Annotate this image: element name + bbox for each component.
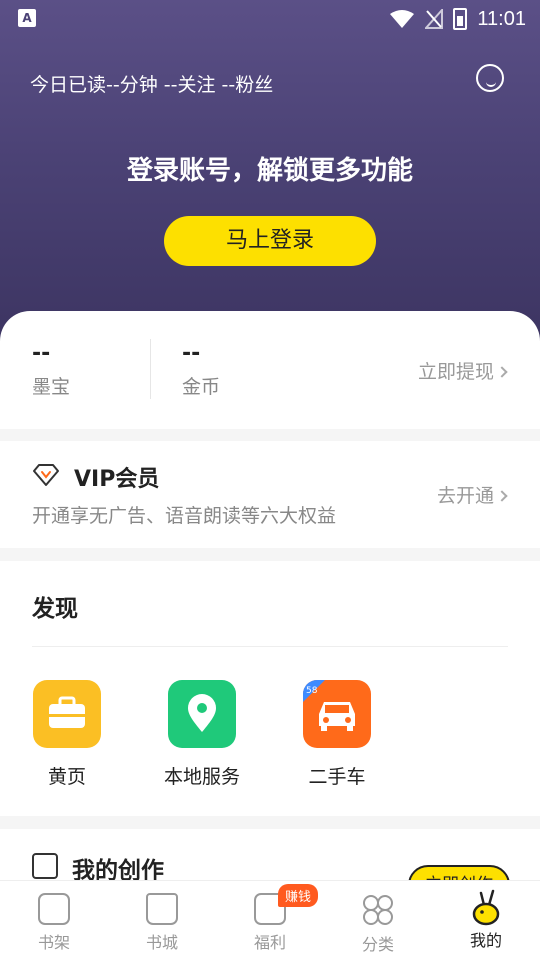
discover-title: 发现 xyxy=(32,596,78,622)
tab-label: 我的 xyxy=(469,931,502,950)
status-icons: 11:01 xyxy=(389,6,526,32)
service-label: 本地服务 xyxy=(163,766,240,788)
service-used-car[interactable]: 58 二手车 xyxy=(282,680,392,789)
ink-balance[interactable]: -- 墨宝 xyxy=(32,341,70,399)
bookstore-icon xyxy=(146,893,178,925)
customer-service-icon[interactable] xyxy=(476,64,504,92)
tab-label: 分类 xyxy=(361,935,394,954)
briefcase-icon xyxy=(33,680,101,748)
tab-label: 书架 xyxy=(37,933,70,952)
earn-badge: 赚钱 xyxy=(278,884,319,907)
login-prompt: 登录账号，解锁更多功能 xyxy=(126,156,413,186)
login-button[interactable]: 马上登录 xyxy=(164,216,376,266)
status-bar: A 11:01 xyxy=(0,0,540,38)
chevron-right-icon xyxy=(496,366,508,378)
bottom-tab-bar: 书架 书城 福利 赚钱 分类 我的 xyxy=(0,880,540,960)
wifi-icon xyxy=(390,10,415,28)
diamond-icon xyxy=(33,464,59,486)
divider xyxy=(150,339,151,399)
service-label: 二手车 xyxy=(308,766,366,788)
vip-card[interactable]: VIP会员 开通享无广告、语音朗读等六大权益 去开通 xyxy=(0,441,540,548)
vip-title: VIP会员 xyxy=(74,467,160,492)
discover-section: 发现 黄页 本地服务 58 二手车 xyxy=(0,561,540,816)
coin-balance[interactable]: -- 金币 xyxy=(182,341,220,399)
car-tag: 58 xyxy=(306,686,318,696)
divider xyxy=(32,646,508,647)
service-local[interactable]: 本地服务 xyxy=(147,680,257,789)
edit-note-icon xyxy=(32,853,58,879)
profile-icon xyxy=(472,889,500,926)
category-icon xyxy=(363,895,393,925)
wallet-card: -- 墨宝 -- 金币 立即提现 xyxy=(0,311,540,429)
ink-value: -- xyxy=(32,341,51,366)
withdraw-link[interactable]: 立即提现 xyxy=(417,357,508,384)
vip-activate-link[interactable]: 去开通 xyxy=(436,481,508,508)
service-yellow-pages[interactable]: 黄页 xyxy=(12,680,122,789)
vip-description: 开通享无广告、语音朗读等六大权益 xyxy=(32,505,337,527)
coin-value: -- xyxy=(182,341,201,366)
coin-label: 金币 xyxy=(182,376,221,398)
tab-category[interactable]: 分类 xyxy=(324,881,432,960)
reading-stats: 今日已读--分钟 --关注 --粉丝 xyxy=(30,74,274,96)
tab-label: 福利 xyxy=(253,933,286,952)
bookshelf-icon xyxy=(38,893,70,925)
tab-bookshelf[interactable]: 书架 xyxy=(0,881,108,960)
tab-welfare[interactable]: 福利 赚钱 xyxy=(216,881,324,960)
withdraw-label: 立即提现 xyxy=(417,361,494,383)
vip-activate-label: 去开通 xyxy=(436,485,494,507)
notification-icon: A xyxy=(18,9,36,27)
profile-header: A 11:01 今日已读--分钟 --关注 --粉丝 登录账号，解锁更多功能 马… xyxy=(0,0,540,350)
tab-profile[interactable]: 我的 xyxy=(432,881,540,960)
clock: 11:01 xyxy=(477,7,526,30)
ink-label: 墨宝 xyxy=(32,376,71,398)
battery-icon xyxy=(453,8,468,30)
chevron-right-icon xyxy=(496,490,508,502)
service-label: 黄页 xyxy=(47,766,86,788)
tab-bookstore[interactable]: 书城 xyxy=(108,881,216,960)
car-icon: 58 xyxy=(303,680,371,748)
location-pin-icon xyxy=(168,680,236,748)
no-signal-icon xyxy=(425,9,444,29)
tab-label: 书城 xyxy=(145,933,178,952)
